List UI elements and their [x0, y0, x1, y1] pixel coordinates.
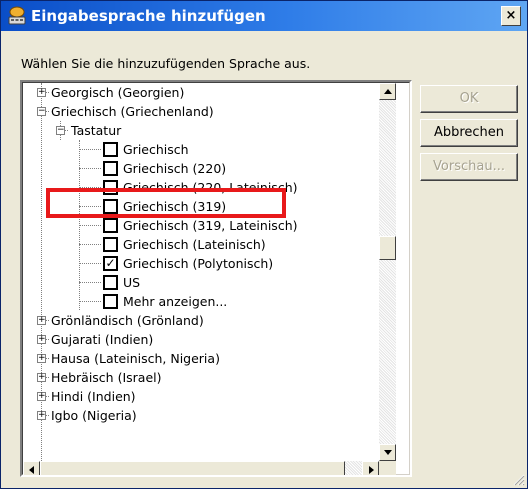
tree-item-layout[interactable]: Griechisch (220)	[23, 159, 379, 178]
tree-rows: + Georgisch (Georgien) − Griechisch (Gri…	[23, 83, 379, 461]
arrow-right-icon	[369, 466, 374, 474]
layout-checkbox[interactable]	[103, 237, 118, 252]
expand-icon[interactable]: +	[37, 373, 46, 382]
scroll-thumb-horizontal[interactable]	[40, 461, 345, 475]
tree-item-more[interactable]: Mehr anzeigen...	[23, 292, 379, 311]
red-highlight-box	[46, 188, 286, 218]
layout-checkbox[interactable]	[103, 275, 118, 290]
tree-item-greek[interactable]: − Griechisch (Griechenland)	[23, 102, 379, 121]
scroll-up-button[interactable]	[379, 83, 396, 100]
expand-icon[interactable]: +	[37, 316, 46, 325]
layout-checkbox[interactable]	[103, 142, 118, 157]
tree-item-language[interactable]: + Igbo (Nigeria)	[23, 406, 379, 425]
vertical-scrollbar[interactable]	[379, 83, 396, 461]
keyboard-language-icon	[8, 6, 26, 25]
close-icon: ×	[505, 8, 517, 23]
arrow-down-icon	[384, 450, 392, 455]
cancel-button[interactable]: Abbrechen	[420, 119, 518, 147]
preview-button[interactable]: Vorschau...	[420, 153, 518, 181]
tree-item-language[interactable]: + Grönländisch (Grönland)	[23, 311, 379, 330]
arrow-up-icon	[384, 89, 392, 94]
scroll-down-button[interactable]	[379, 444, 396, 461]
scroll-thumb[interactable]	[379, 236, 396, 260]
layout-checkbox[interactable]	[103, 161, 118, 176]
tree-item-language[interactable]: + Hausa (Lateinisch, Nigeria)	[23, 349, 379, 368]
expand-icon[interactable]: +	[37, 88, 46, 97]
scroll-right-button[interactable]	[362, 461, 379, 475]
expand-icon[interactable]: +	[37, 354, 46, 363]
tree-item-layout[interactable]: Griechisch (Lateinisch)	[23, 235, 379, 254]
layout-checkbox-checked[interactable]: ✓	[103, 256, 118, 271]
tree-item-layout[interactable]: Griechisch (319, Lateinisch)	[23, 216, 379, 235]
expand-icon[interactable]: +	[37, 411, 46, 420]
tree-item-layout[interactable]: US	[23, 273, 379, 292]
language-tree-view[interactable]: + Georgisch (Georgien) − Griechisch (Gri…	[20, 80, 412, 477]
tree-item-layout[interactable]: Griechisch	[23, 140, 379, 159]
close-button[interactable]: ×	[501, 6, 521, 26]
instruction-text: Wählen Sie die hinzuzufügenden Sprache a…	[21, 56, 311, 71]
collapse-icon[interactable]: −	[56, 126, 65, 135]
arrow-left-icon	[29, 466, 34, 474]
tree-item-language[interactable]: + Hebräisch (Israel)	[23, 368, 379, 387]
title-bar[interactable]: Eingabesprache hinzufügen ×	[1, 1, 527, 31]
resize-grip-icon[interactable]	[511, 472, 525, 486]
ok-button[interactable]: OK	[420, 85, 518, 113]
horizontal-scrollbar[interactable]	[23, 461, 379, 475]
add-input-language-dialog: Eingabesprache hinzufügen × Wählen Sie d…	[0, 0, 528, 489]
layout-checkbox[interactable]	[103, 294, 118, 309]
tree-item-language[interactable]: + Hindi (Indien)	[23, 387, 379, 406]
expand-icon[interactable]: +	[37, 392, 46, 401]
collapse-icon[interactable]: −	[37, 107, 46, 116]
tree-item-language[interactable]: + Gujarati (Indien)	[23, 330, 379, 349]
window-title: Eingabesprache hinzufügen	[31, 7, 266, 25]
scroll-left-button[interactable]	[23, 461, 40, 475]
scroll-corner	[379, 461, 396, 475]
layout-checkbox[interactable]	[103, 218, 118, 233]
expand-icon[interactable]: +	[37, 335, 46, 344]
tree-item-keyboard[interactable]: − Tastatur	[23, 121, 379, 140]
tree-item-georgian[interactable]: + Georgisch (Georgien)	[23, 83, 379, 102]
tree-item-layout-selected[interactable]: ✓ Griechisch (Polytonisch)	[23, 254, 379, 273]
